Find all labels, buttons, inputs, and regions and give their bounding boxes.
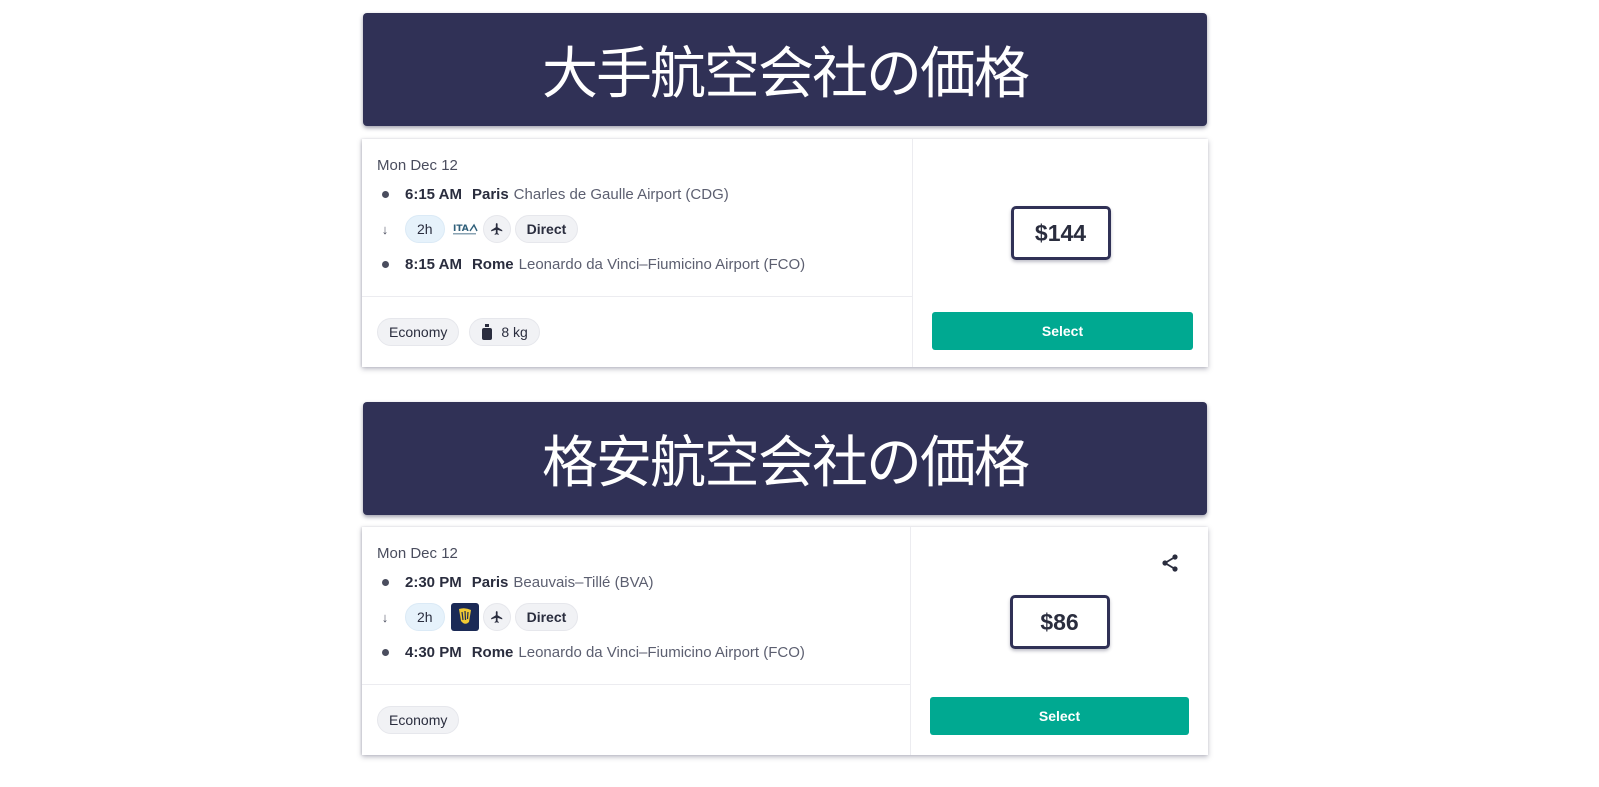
- arrival-airport: Leonardo da Vinci–Fiumicino Airport (FCO…: [518, 643, 805, 661]
- select-button[interactable]: Select: [932, 312, 1193, 350]
- luggage-icon: [482, 324, 493, 340]
- arrival-row: 4:30 PM Rome Leonardo da Vinci–Fiumicino…: [377, 639, 895, 665]
- arrival-time: 4:30 PM: [405, 643, 462, 661]
- departure-row: 2:30 PM Paris Beauvais–Tillé (BVA): [377, 569, 895, 595]
- ryanair-logo-icon: [450, 603, 479, 631]
- stops-chip: Direct: [514, 603, 579, 631]
- svg-text:ITA: ITA: [453, 224, 469, 234]
- heading-banner-budget-airline: 格安航空会社の価格: [363, 402, 1207, 515]
- departure-time: 2:30 PM: [405, 573, 462, 591]
- price: $86: [1009, 595, 1110, 649]
- itinerary: Mon Dec 12 6:15 AM Paris Charles de Gaul…: [362, 139, 912, 297]
- price-panel: $144 Select: [913, 139, 1208, 367]
- arrow-down-icon: ↓: [381, 609, 389, 625]
- baggage-weight: 8 kg: [501, 324, 528, 340]
- departure-airport: Charles de Gaulle Airport (CDG): [513, 185, 729, 203]
- price-panel: $86 Select: [911, 527, 1208, 755]
- heading-banner-major-airline: 大手航空会社の価格: [363, 13, 1207, 126]
- itinerary: Mon Dec 12 2:30 PM Paris Beauvais–Tillé …: [362, 527, 910, 685]
- arrival-row: 8:15 AM Rome Leonardo da Vinci–Fiumicino…: [377, 251, 897, 277]
- fare-extras: Economy: [362, 685, 910, 755]
- flight-info-row: ↓ 2h Direct: [377, 595, 895, 639]
- ita-airways-logo-icon: ITA: [451, 219, 479, 239]
- flight-date: Mon Dec 12: [377, 157, 458, 174]
- baggage-chip: 8 kg: [469, 318, 540, 346]
- airplane-icon: [482, 215, 511, 243]
- arrival-city: Rome: [471, 643, 514, 661]
- departure-city: Paris: [471, 573, 509, 591]
- share-icon[interactable]: [1160, 553, 1180, 573]
- heading-title: 格安航空会社の価格: [542, 431, 1030, 496]
- flight-card-major-airline: Mon Dec 12 6:15 AM Paris Charles de Gaul…: [362, 139, 1208, 367]
- fare-class-chip: Economy: [377, 318, 460, 346]
- stops-chip: Direct: [514, 215, 579, 243]
- price: $144: [1010, 206, 1111, 260]
- airplane-icon: [482, 603, 511, 631]
- departure-airport: Beauvais–Tillé (BVA): [513, 573, 654, 591]
- select-button[interactable]: Select: [930, 697, 1189, 735]
- duration-chip: 2h: [405, 603, 445, 631]
- timeline-dot-icon: [381, 260, 389, 268]
- duration-chip: 2h: [405, 215, 445, 243]
- arrival-city: Rome: [471, 255, 514, 273]
- heading-title: 大手航空会社の価格: [542, 42, 1030, 107]
- arrival-time: 8:15 AM: [405, 255, 462, 273]
- departure-time: 6:15 AM: [405, 185, 462, 203]
- departure-row: 6:15 AM Paris Charles de Gaulle Airport …: [377, 181, 897, 207]
- timeline-dot-icon: [381, 648, 389, 656]
- fare-extras: Economy 8 kg: [362, 297, 912, 367]
- timeline-dot-icon: [381, 578, 389, 586]
- timeline-dot-icon: [381, 190, 389, 198]
- arrow-down-icon: ↓: [381, 221, 389, 237]
- arrival-airport: Leonardo da Vinci–Fiumicino Airport (FCO…: [518, 255, 806, 273]
- departure-city: Paris: [471, 185, 509, 203]
- flight-card-budget-airline: Mon Dec 12 2:30 PM Paris Beauvais–Tillé …: [362, 527, 1208, 755]
- fare-class-chip: Economy: [377, 706, 460, 734]
- flight-details: Mon Dec 12 2:30 PM Paris Beauvais–Tillé …: [362, 527, 911, 755]
- flight-details: Mon Dec 12 6:15 AM Paris Charles de Gaul…: [362, 139, 913, 367]
- flight-info-row: ↓ 2h ITA Direct: [377, 207, 897, 251]
- flight-date: Mon Dec 12: [377, 545, 458, 562]
